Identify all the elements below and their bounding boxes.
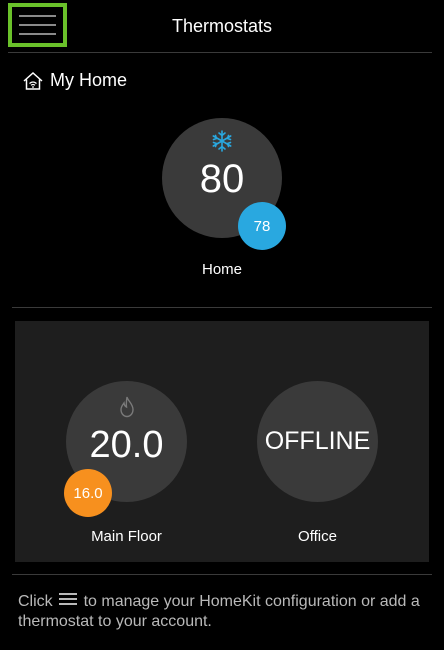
- page-title: Thermostats: [171, 16, 273, 36]
- setpoint-temperature: 80: [199, 156, 245, 201]
- home-wifi-icon: [23, 71, 43, 90]
- thermostat-name-home: Home: [201, 261, 242, 278]
- header-divider: [8, 52, 432, 53]
- offline-status: OFFLINE: [264, 427, 371, 455]
- setpoint-temperature: 20.0: [89, 424, 164, 466]
- header-bar: Thermostats: [0, 0, 444, 52]
- current-temperature-badge: 16.0: [64, 469, 112, 517]
- help-text-end: to manage your HomeKit configuration or …: [18, 593, 420, 630]
- thermostat-dial-office[interactable]: OFFLINE: [257, 381, 378, 502]
- current-temperature-badge: 78: [238, 202, 286, 250]
- thermostats-screen: Thermostats My Home 80 78 Home 20.0 16.0…: [0, 0, 444, 650]
- flame-icon: [120, 396, 134, 418]
- thermostat-name-main-floor: Main Floor: [91, 528, 162, 545]
- help-text-start: Click: [18, 593, 53, 610]
- homekit-help-text: Click to manage your HomeKit configurati…: [18, 592, 428, 632]
- section-divider: [12, 307, 432, 308]
- snowflake-icon: [212, 130, 232, 152]
- footer-divider: [12, 574, 432, 575]
- section-title-label: My Home: [50, 70, 128, 90]
- section-title-my-home: My Home: [22, 70, 127, 91]
- thermostat-name-office: Office: [298, 528, 337, 545]
- hamburger-menu-icon: [59, 592, 78, 607]
